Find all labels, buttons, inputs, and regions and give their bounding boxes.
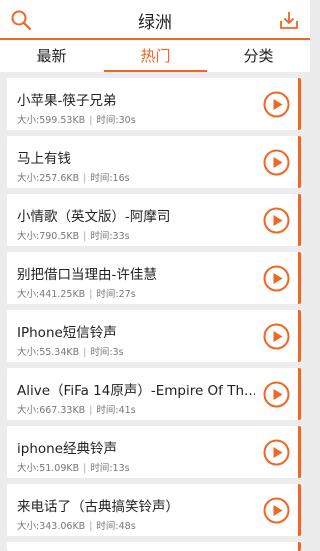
play-icon[interactable]: [263, 265, 290, 292]
ringtone-duration: 时间:48s: [96, 521, 136, 532]
play-icon[interactable]: [263, 149, 290, 176]
ringtone-meta: 大小:667.33KB | 时间:41s: [17, 402, 136, 416]
tab-bar: 最新 热门 分类: [0, 40, 310, 72]
meta-separator: |: [89, 115, 93, 126]
ringtone-item[interactable]: 马上有钱 大小:257.6KB | 时间:16s: [7, 136, 301, 188]
ringtone-size: 大小:55.34KB: [17, 347, 80, 358]
ringtone-duration: 时间:13s: [90, 463, 130, 474]
ringtone-size: 大小:441.25KB: [17, 289, 86, 300]
play-icon[interactable]: [263, 497, 290, 524]
ringtone-meta: 大小:257.6KB | 时间:16s: [17, 170, 130, 184]
ringtone-name: 小情歌（英文版）-阿摩司: [17, 209, 171, 225]
ringtone-item[interactable]: 别把借口当理由-许佳慧 大小:441.25KB | 时间:27s: [7, 252, 301, 304]
ringtone-duration: 时间:30s: [96, 115, 136, 126]
ringtone-item[interactable]: 小情歌（英文版）-阿摩司 大小:790.5KB | 时间:33s: [7, 194, 301, 246]
play-icon[interactable]: [263, 323, 290, 350]
ringtone-item-partial[interactable]: [7, 542, 301, 551]
ringtone-meta: 大小:441.25KB | 时间:27s: [17, 286, 136, 300]
ringtone-size: 大小:599.53KB: [17, 115, 86, 126]
tab-latest[interactable]: 最新: [0, 40, 103, 72]
ringtone-meta: 大小:343.06KB | 时间:48s: [17, 518, 136, 532]
ringtone-name: IPhone短信铃声: [17, 325, 117, 341]
meta-separator: |: [89, 521, 93, 532]
ringtone-meta: 大小:790.5KB | 时间:33s: [17, 228, 130, 242]
app-header: 绿洲: [0, 0, 310, 40]
ringtone-duration: 时间:16s: [90, 173, 130, 184]
ringtone-name: 马上有钱: [17, 151, 71, 167]
tab-popular[interactable]: 热门: [104, 40, 207, 72]
ringtone-item[interactable]: Alive（FiFa 14原声）-Empire Of Th... 大小:667.…: [7, 368, 301, 420]
ringtone-name: 来电话了（古典搞笑铃声）: [17, 499, 179, 515]
meta-separator: |: [83, 347, 87, 358]
meta-separator: |: [83, 173, 87, 184]
ringtone-duration: 时间:27s: [96, 289, 136, 300]
page-title: 绿洲: [138, 13, 172, 33]
ringtone-size: 大小:257.6KB: [17, 173, 80, 184]
meta-separator: |: [89, 405, 93, 416]
ringtone-name: 小苹果-筷子兄弟: [17, 93, 117, 109]
ringtone-size: 大小:51.09KB: [17, 463, 80, 474]
ringtone-item[interactable]: 来电话了（古典搞笑铃声） 大小:343.06KB | 时间:48s: [7, 484, 301, 536]
play-icon[interactable]: [263, 381, 290, 408]
play-icon[interactable]: [263, 439, 290, 466]
ringtone-size: 大小:667.33KB: [17, 405, 86, 416]
ringtone-item[interactable]: 小苹果-筷子兄弟 大小:599.53KB | 时间:30s: [7, 78, 301, 130]
ringtone-item[interactable]: IPhone短信铃声 大小:55.34KB | 时间:3s: [7, 310, 301, 362]
ringtone-meta: 大小:599.53KB | 时间:30s: [17, 112, 136, 126]
ringtone-size: 大小:790.5KB: [17, 231, 80, 242]
ringtone-meta: 大小:51.09KB | 时间:13s: [17, 460, 130, 474]
ringtone-name: Alive（FiFa 14原声）-Empire Of Th...: [17, 383, 255, 399]
ringtone-duration: 时间:3s: [90, 347, 124, 358]
play-icon[interactable]: [263, 91, 290, 118]
meta-separator: |: [83, 231, 87, 242]
meta-separator: |: [83, 463, 87, 474]
ringtone-size: 大小:343.06KB: [17, 521, 86, 532]
ringtone-duration: 时间:33s: [90, 231, 130, 242]
tab-categories[interactable]: 分类: [207, 40, 310, 72]
play-icon[interactable]: [263, 207, 290, 234]
ringtone-duration: 时间:41s: [96, 405, 136, 416]
ringtone-meta: 大小:55.34KB | 时间:3s: [17, 344, 124, 358]
active-tab-indicator: [104, 70, 207, 72]
ringtone-name: iphone经典铃声: [17, 441, 117, 457]
ringtone-name: 别把借口当理由-许佳慧: [17, 267, 157, 283]
download-icon[interactable]: [278, 9, 300, 31]
ringtone-item[interactable]: iphone经典铃声 大小:51.09KB | 时间:13s: [7, 426, 301, 478]
meta-separator: |: [89, 289, 93, 300]
